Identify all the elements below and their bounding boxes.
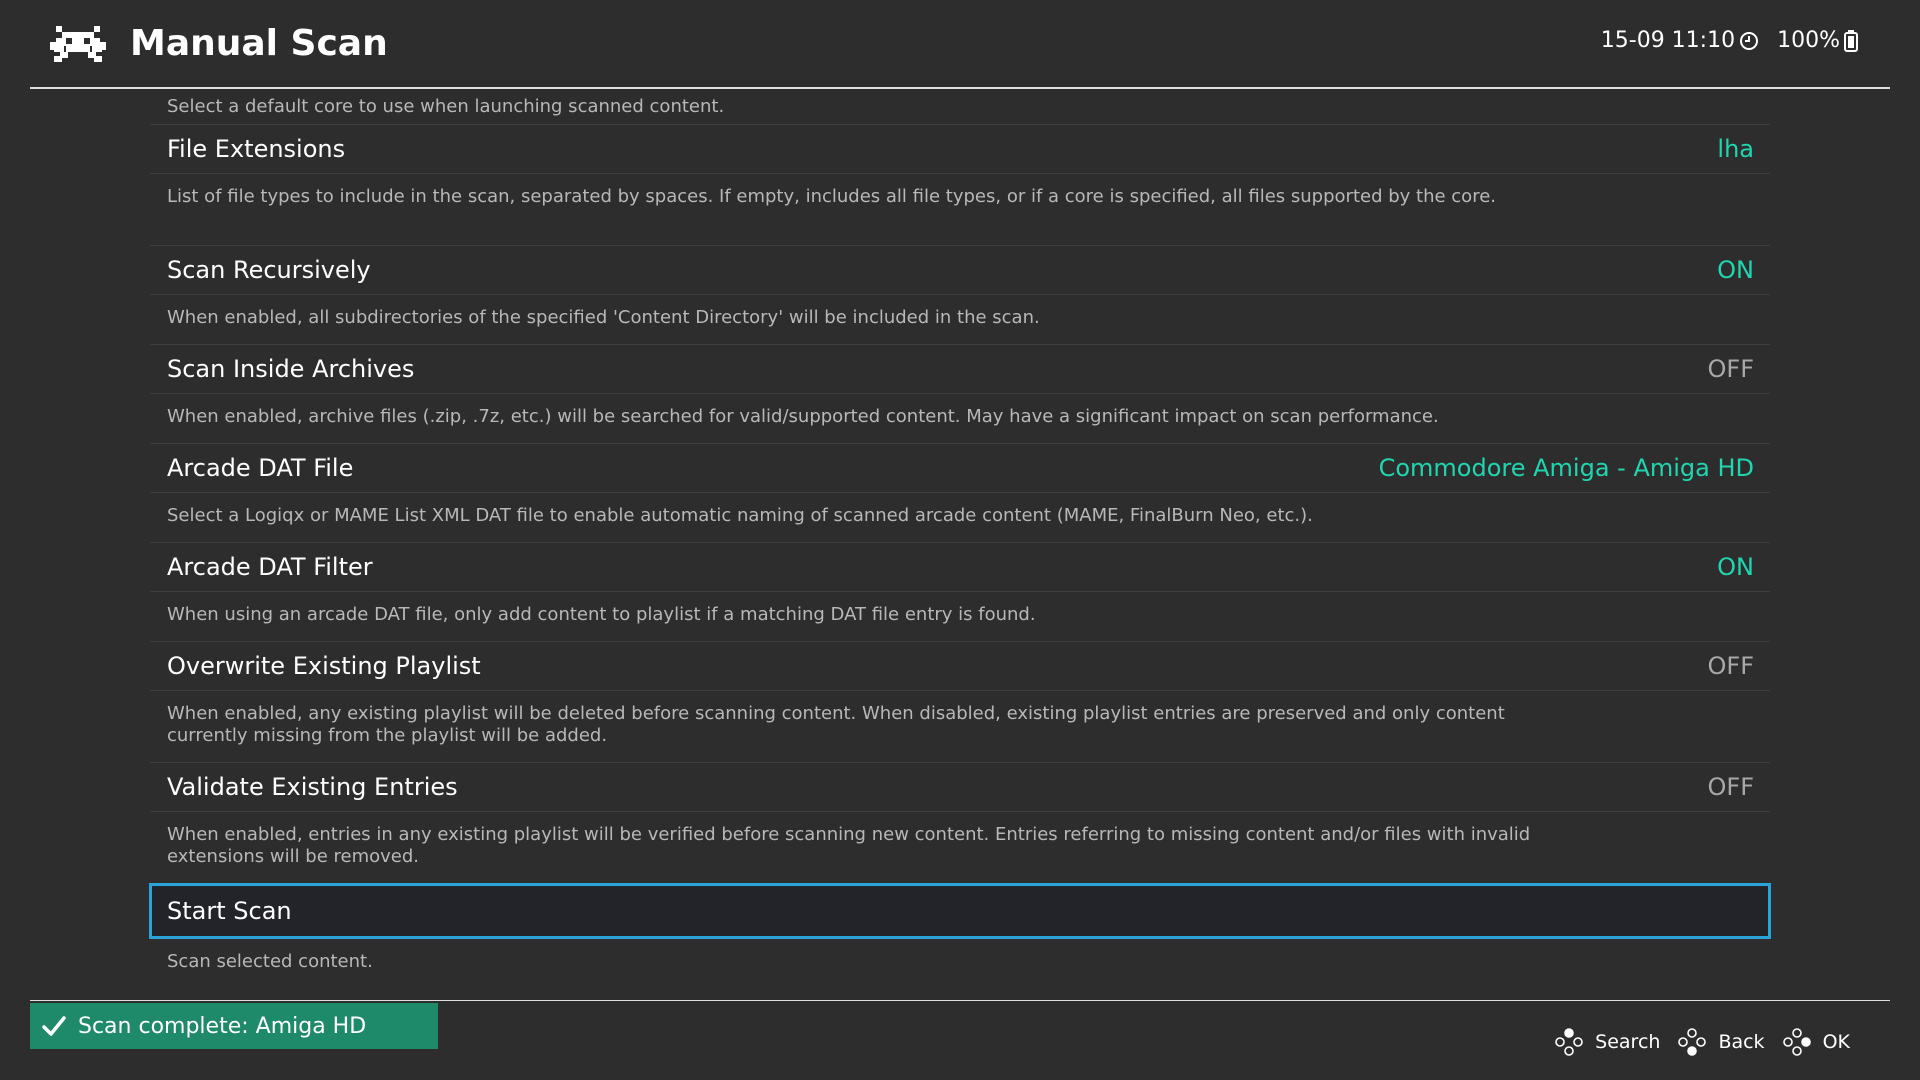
menu-item-file-extensions[interactable]: File Extensions lha [150, 124, 1770, 174]
menu-item-overwrite-existing-playlist[interactable]: Overwrite Existing Playlist OFF [150, 641, 1770, 691]
menu-item-arcade-dat-file[interactable]: Arcade DAT File Commodore Amiga - Amiga … [150, 443, 1770, 493]
gamepad-button-icon [1555, 1028, 1583, 1056]
menu-item-value: OFF [1707, 773, 1755, 801]
menu-item-value: ON [1717, 553, 1754, 581]
menu-item-value: OFF [1707, 652, 1755, 680]
menu-item-sublabel: List of file types to include in the sca… [167, 186, 1496, 207]
check-icon [42, 1015, 66, 1037]
hint-label: Search [1595, 1031, 1661, 1053]
menu-item-arcade-dat-filter[interactable]: Arcade DAT Filter ON [150, 542, 1770, 592]
menu-item-label: Scan Recursively [167, 256, 371, 284]
menu-item-label: Arcade DAT Filter [167, 553, 373, 581]
menu-item-value: lha [1717, 135, 1754, 163]
scan-complete-notification: Scan complete: Amiga HD [30, 1003, 438, 1049]
ok-hint[interactable]: OK [1782, 1028, 1850, 1056]
menu-item-sublabel: When enabled, archive files (.zip, .7z, … [167, 406, 1439, 427]
page-title: Manual Scan [130, 23, 388, 64]
menu-item-sublabel: Scan selected content. [167, 951, 373, 972]
gamepad-button-icon [1678, 1028, 1707, 1056]
retroarch-invader-icon [50, 26, 106, 62]
menu-item-value: Commodore Amiga - Amiga HD [1378, 454, 1754, 482]
header-bar: Manual Scan 15-09 11:10 100% [0, 0, 1920, 88]
menu-item-validate-existing-entries[interactable]: Validate Existing Entries OFF [150, 762, 1770, 812]
menu-item-value: ON [1717, 256, 1754, 284]
menu-item-label: Arcade DAT File [167, 454, 354, 482]
gamepad-button-icon [1782, 1028, 1811, 1056]
menu-item-sublabel: Select a Logiqx or MAME List XML DAT fil… [167, 505, 1313, 526]
default-core-sublabel: Select a default core to use when launch… [167, 96, 725, 117]
hint-label: OK [1822, 1031, 1850, 1053]
menu-item-sublabel: When enabled, entries in any existing pl… [167, 824, 1531, 867]
menu-item-start-scan[interactable]: Start Scan [149, 883, 1771, 939]
menu-item-scan-inside-archives[interactable]: Scan Inside Archives OFF [150, 344, 1770, 394]
back-hint[interactable]: Back [1678, 1028, 1765, 1056]
battery-percent: 100% [1777, 28, 1840, 53]
footer-divider [30, 1000, 1890, 1001]
menu-item-label: Validate Existing Entries [167, 773, 458, 801]
menu-item-sublabel: When enabled, any existing playlist will… [167, 703, 1505, 746]
notification-text: Scan complete: Amiga HD [78, 1013, 367, 1039]
menu-item-value: OFF [1707, 355, 1755, 383]
search-hint[interactable]: Search [1555, 1028, 1660, 1056]
datetime-text: 15-09 11:10 [1600, 28, 1736, 53]
battery-icon [1844, 29, 1858, 52]
menu-item-label: Overwrite Existing Playlist [167, 652, 481, 680]
hint-label: Back [1718, 1031, 1765, 1053]
menu-item-scan-recursively[interactable]: Scan Recursively ON [150, 245, 1770, 295]
menu-item-label: Scan Inside Archives [167, 355, 415, 383]
footer-hints: Search Back OK [1537, 1028, 1850, 1056]
menu-item-label: Start Scan [167, 897, 292, 925]
clock-icon [1739, 31, 1759, 51]
settings-list: Select a default core to use when launch… [149, 89, 1771, 988]
menu-item-label: File Extensions [167, 135, 346, 163]
menu-item-sublabel: When using an arcade DAT file, only add … [167, 604, 1036, 625]
status-area: 15-09 11:10 100% [1601, 28, 1858, 53]
menu-item-sublabel: When enabled, all subdirectories of the … [167, 307, 1040, 328]
